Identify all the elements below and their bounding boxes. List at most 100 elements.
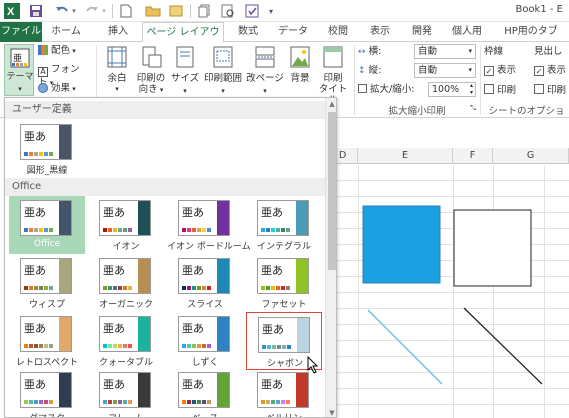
spell-check-icon[interactable] [244,3,260,19]
tab-insert[interactable]: 挿入 [100,22,136,42]
redo-icon[interactable] [84,3,100,19]
theme-accent-bar [138,373,150,407]
theme-label: ファセット [261,300,307,310]
scale-input[interactable]: 100% ▴ ▾ [428,82,476,97]
new-document-icon[interactable] [118,3,134,19]
theme-option[interactable]: 亜あ 図形_黒線 [9,120,85,178]
effects-dropdown-icon: ▾ [70,85,76,93]
background-button[interactable]: 背景 [286,44,314,100]
tab-formulas[interactable]: 数式 [230,22,266,42]
color-swatch [39,228,43,232]
theme-sample-text: 亜あ [182,378,204,391]
tab-file[interactable]: ファイル [0,22,42,42]
theme-option[interactable]: 亜あ ウィスプ [9,254,85,312]
tab-data[interactable]: データ [272,22,314,42]
themes-button[interactable]: 亜 テーマ ▾ [4,44,34,96]
theme-color-swatches [103,286,132,290]
color-swatch [44,228,48,232]
breaks-button[interactable]: 改ページ ▾ [246,44,284,100]
theme-option[interactable]: 亜あ Office [9,196,85,254]
tab-view[interactable]: 表示 [362,22,398,42]
color-swatch [123,400,127,404]
tab-review[interactable]: 校閲 [320,22,356,42]
theme-accent-bar [59,201,71,235]
color-swatch [182,286,186,290]
print-area-button[interactable]: 印刷範囲 ▾ [202,44,244,100]
theme-option[interactable]: 亜あ イオン ボードルーム [167,196,251,254]
theme-option[interactable]: 亜あベース [167,368,243,417]
scroll-up-icon[interactable]: ▲ [328,100,336,108]
theme-option[interactable]: 亜あ しずく [167,312,243,370]
theme-option[interactable]: 亜あダマスク [9,368,85,417]
effects-button[interactable]: 効果 ▾ [38,83,86,97]
gallery-scrollbar[interactable]: ▲ ▼ [325,98,336,417]
scale-dialog-launcher-icon[interactable]: ⤡ [469,103,477,114]
color-swatch [202,228,206,232]
scrollbar-thumb[interactable] [328,112,336,270]
save-as-icon[interactable] [168,3,184,19]
theme-sample-text: 亜あ [24,130,46,143]
color-swatch [282,345,286,349]
size-button[interactable]: サイズ ▾ [170,44,200,100]
tab-developer[interactable]: 開発 [404,22,440,42]
scale-label: 拡大/縮小: [358,84,428,95]
orientation-button[interactable]: 印刷の 向き ▾ [134,44,168,100]
height-label: ↕ 縦: [358,65,382,76]
tab-page-layout[interactable]: ページ レイアウト [142,22,224,58]
theme-option[interactable]: 亜あ スライス [167,254,243,312]
color-swatch [266,400,270,404]
theme-option[interactable]: 亜あフレーム [88,368,164,417]
theme-sample-text: 亜あ [103,322,125,335]
undo-icon[interactable] [54,3,70,19]
print-preview-icon[interactable] [220,3,236,19]
save-icon[interactable] [28,3,44,19]
color-swatch [49,152,53,156]
gridlines-print-checkbox[interactable]: 印刷 [484,84,530,96]
theme-option[interactable]: 亜あ クォータブル [88,312,164,370]
theme-option[interactable]: 亜あ ファセット [246,254,322,312]
undo-dropdown-icon[interactable]: ▾ [70,3,78,19]
gridlines-view-checkbox[interactable]: ✓ 表示 [484,65,530,76]
colors-button[interactable]: 配色 ▾ [38,45,86,59]
theme-option[interactable]: 亜あ イオン [88,196,164,254]
color-swatch [103,228,107,232]
excel-logo-icon: X [4,3,20,19]
theme-thumbnail: 亜あ [99,200,151,236]
color-swatch [271,228,275,232]
tab-personal[interactable]: 個人用 [446,22,488,42]
fonts-button[interactable]: A フォント ▾ [38,64,88,88]
height-select[interactable]: 自動 ▾ [414,63,476,78]
theme-accent-bar [59,259,71,293]
color-swatch [187,344,191,348]
scroll-down-icon[interactable]: ▼ [328,409,336,417]
margins-button[interactable]: 余白 ▾ [102,44,132,100]
theme-option[interactable]: 亜あ オーガニック [88,254,164,312]
redo-dropdown-icon[interactable]: ▾ [100,3,108,19]
tab-hp[interactable]: HP用のタブ [496,22,566,42]
headings-print-checkbox[interactable]: 印刷 [534,84,569,96]
theme-option[interactable]: 亜あ レトロスペクト [9,312,85,370]
customize-qat-icon[interactable]: ▾ [266,3,276,19]
copy-icon[interactable] [196,3,212,19]
theme-label: レトロスペクト [15,358,79,368]
color-swatch [197,400,201,404]
worksheet-area[interactable]: D E F G [336,118,569,418]
width-select[interactable]: 自動 ▾ [414,44,476,59]
color-swatch [207,286,211,290]
theme-label: Office [33,239,61,249]
theme-accent-bar [296,201,308,235]
theme-color-swatches [261,400,290,404]
theme-thumbnail: 亜あ [178,200,230,236]
color-swatch [123,228,127,232]
scale-spinner-icon[interactable]: ▴ ▾ [470,82,473,96]
color-swatch [39,152,43,156]
tab-home[interactable]: ホーム [46,22,86,42]
headings-view-checkbox[interactable]: ✓ 表示 [534,65,569,76]
width-label: ↔ 横: [358,46,382,57]
print-titles-button[interactable]: 印刷 タイトル [316,44,350,106]
color-swatch [182,344,186,348]
color-swatch [281,400,285,404]
theme-option[interactable]: 亜あ インテグラル [246,196,322,254]
color-swatch [34,228,38,232]
open-folder-icon[interactable] [144,3,162,19]
